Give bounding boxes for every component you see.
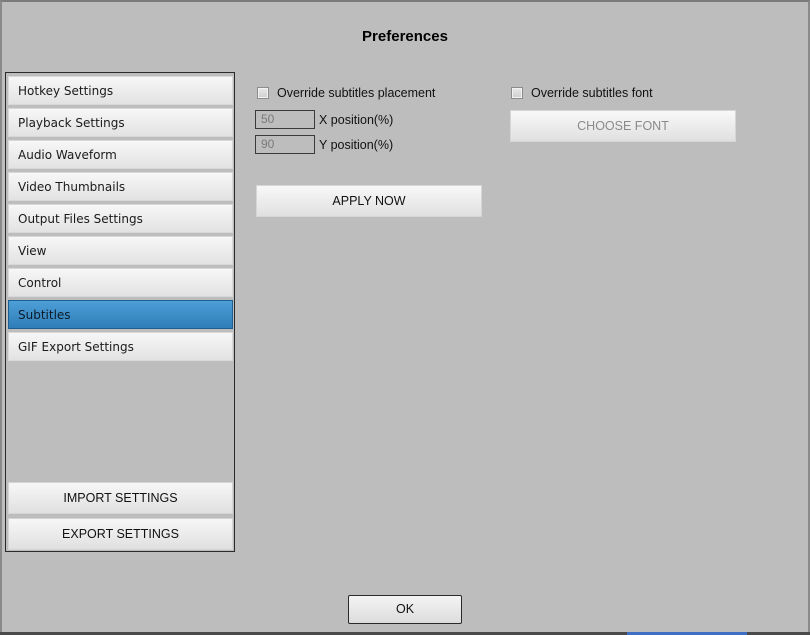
sidebar-item-playback-settings[interactable]: Playback Settings bbox=[8, 108, 233, 137]
override-font-checkbox[interactable] bbox=[511, 87, 523, 99]
choose-font-button[interactable]: CHOOSE FONT bbox=[510, 110, 736, 142]
override-font-label: Override subtitles font bbox=[531, 86, 653, 100]
y-position-label: Y position(%) bbox=[319, 138, 394, 152]
settings-sidebar: Hotkey Settings Playback Settings Audio … bbox=[5, 72, 235, 552]
import-settings-button[interactable]: IMPORT SETTINGS bbox=[8, 482, 233, 514]
override-font-row[interactable]: Override subtitles font bbox=[511, 86, 653, 100]
override-placement-label: Override subtitles placement bbox=[277, 86, 436, 100]
x-position-input[interactable]: 50 bbox=[255, 110, 315, 129]
window-title: Preferences bbox=[362, 28, 448, 45]
sidebar-item-hotkey-settings[interactable]: Hotkey Settings bbox=[8, 76, 233, 105]
sidebar-item-gif-export-settings[interactable]: GIF Export Settings bbox=[8, 332, 233, 361]
preferences-window: Preferences Hotkey Settings Playback Set… bbox=[0, 0, 810, 635]
x-position-label: X position(%) bbox=[319, 113, 394, 127]
sidebar-item-control[interactable]: Control bbox=[8, 268, 233, 297]
apply-now-button[interactable]: APPLY NOW bbox=[256, 185, 482, 217]
ok-button[interactable]: OK bbox=[348, 595, 462, 624]
sidebar-item-view[interactable]: View bbox=[8, 236, 233, 265]
override-placement-row[interactable]: Override subtitles placement bbox=[257, 86, 435, 100]
sidebar-item-subtitles[interactable]: Subtitles bbox=[8, 300, 233, 329]
y-position-input[interactable]: 90 bbox=[255, 135, 315, 154]
sidebar-item-audio-waveform[interactable]: Audio Waveform bbox=[8, 140, 233, 169]
sidebar-item-video-thumbnails[interactable]: Video Thumbnails bbox=[8, 172, 233, 201]
sidebar-item-output-files-settings[interactable]: Output Files Settings bbox=[8, 204, 233, 233]
export-settings-button[interactable]: EXPORT SETTINGS bbox=[8, 518, 233, 550]
override-placement-checkbox[interactable] bbox=[257, 87, 269, 99]
